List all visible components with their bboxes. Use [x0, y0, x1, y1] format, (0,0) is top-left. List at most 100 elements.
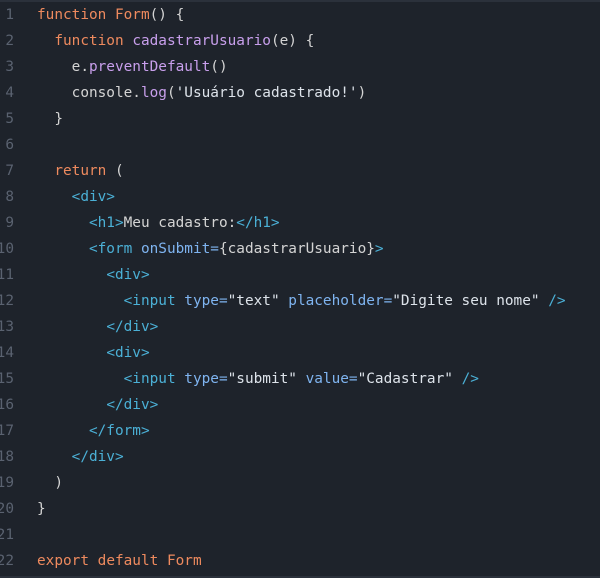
- line-number: 7: [5, 163, 14, 179]
- code-line[interactable]: 4 console.log('Usuário cadastrado!'): [0, 80, 600, 106]
- code-token: ): [37, 475, 63, 491]
- code-token: </form>: [88, 423, 150, 439]
- code-text: e.preventDefault(): [37, 54, 228, 80]
- line-number: 3: [5, 59, 14, 75]
- code-line[interactable]: 5 }: [0, 106, 600, 132]
- code-line[interactable]: 2 function cadastrarUsuario(e) {: [0, 28, 600, 54]
- code-line[interactable]: 6: [0, 132, 600, 158]
- code-token: Meu cadastro:: [123, 215, 237, 231]
- code-text: console.log('Usuário cadastrado!'): [37, 80, 367, 106]
- code-line[interactable]: 22 export default Form: [0, 548, 600, 574]
- code-line[interactable]: 14 <div>: [0, 340, 600, 366]
- code-token: (): [210, 59, 228, 75]
- line-number: 11: [0, 267, 14, 283]
- code-text: }: [37, 106, 63, 132]
- line-number: 6: [5, 137, 14, 153]
- code-line[interactable]: 19 ): [0, 470, 600, 496]
- code-token: </div>: [106, 319, 159, 335]
- code-token: <input: [123, 293, 176, 309]
- code-token: function: [37, 7, 107, 23]
- code-token: <input: [123, 371, 176, 387]
- code-token: Form: [166, 553, 202, 569]
- line-number: 18: [0, 449, 14, 465]
- code-token: () {: [149, 7, 185, 23]
- code-token: (: [166, 85, 176, 101]
- code-token: "Cadastrar": [357, 371, 453, 387]
- code-token: <h1>: [88, 215, 124, 231]
- line-number: 16: [0, 397, 14, 413]
- code-token: {cadastrarUsuario}: [218, 241, 375, 257]
- code-token: "text": [227, 293, 280, 309]
- code-line[interactable]: 12 <input type="text" placeholder="Digit…: [0, 288, 600, 314]
- code-line[interactable]: 8 <div>: [0, 184, 600, 210]
- code-text: </div>: [37, 314, 158, 340]
- code-line[interactable]: 10 <form onSubmit={cadastrarUsuario}>: [0, 236, 600, 262]
- code-line[interactable]: 9 <h1>Meu cadastro:</h1>: [0, 210, 600, 236]
- code-line[interactable]: 11 <div>: [0, 262, 600, 288]
- code-token: />: [461, 371, 479, 387]
- code-text: <div>: [37, 262, 150, 288]
- line-number: 5: [5, 111, 14, 127]
- code-line[interactable]: 20}: [0, 496, 600, 522]
- code-text: <div>: [37, 184, 115, 210]
- code-line[interactable]: 7 return (: [0, 158, 600, 184]
- line-number: 15: [0, 371, 14, 387]
- code-text: return (: [37, 158, 124, 184]
- code-token: placeholder=: [288, 293, 393, 309]
- code-token: }: [37, 111, 63, 127]
- code-token: "Digite seu nome": [392, 293, 540, 309]
- code-line[interactable]: 3 e.preventDefault(): [0, 54, 600, 80]
- line-number: 10: [0, 241, 14, 257]
- line-number: 14: [0, 345, 14, 361]
- code-text: export default Form: [37, 548, 202, 574]
- code-token: preventDefault: [88, 59, 211, 75]
- code-text: <form onSubmit={cadastrarUsuario}>: [37, 236, 384, 262]
- code-line[interactable]: 16 </div>: [0, 392, 600, 418]
- code-token: Form: [114, 7, 150, 23]
- line-number: 20: [0, 501, 14, 517]
- line-number: 21: [0, 527, 14, 543]
- line-number: 4: [5, 85, 14, 101]
- code-token: log: [140, 85, 167, 101]
- code-token: export: [37, 553, 89, 569]
- code-token: />: [548, 293, 566, 309]
- code-text: </div>: [37, 392, 158, 418]
- code-token: onSubmit=: [140, 241, 219, 257]
- code-token: (: [106, 163, 124, 179]
- line-number: 13: [0, 319, 14, 335]
- code-line[interactable]: 15 <input type="submit" value="Cadastrar…: [0, 366, 600, 392]
- code-text: <div>: [37, 340, 149, 366]
- line-number: 8: [5, 189, 14, 205]
- code-token: <div>: [106, 267, 150, 283]
- code-token: console.: [37, 85, 141, 101]
- line-number: 17: [0, 423, 14, 439]
- code-token: type=: [184, 371, 228, 387]
- code-line[interactable]: 1 function Form() {: [0, 2, 600, 28]
- code-line[interactable]: 13 </div>: [0, 314, 600, 340]
- code-text: }: [37, 496, 46, 522]
- line-number: 9: [5, 215, 14, 231]
- line-number: 22: [0, 553, 14, 569]
- code-editor[interactable]: 1 function Form() {2 function cadastrarUs…: [0, 0, 600, 578]
- code-line[interactable]: 21: [0, 522, 600, 548]
- code-text: <input type="submit" value="Cadastrar" /…: [37, 366, 479, 392]
- code-line[interactable]: 17 </form>: [0, 418, 600, 444]
- code-text: </form>: [37, 418, 150, 444]
- code-line[interactable]: 18 </div>: [0, 444, 600, 470]
- code-token: </div>: [106, 397, 159, 413]
- line-number: 12: [0, 293, 14, 309]
